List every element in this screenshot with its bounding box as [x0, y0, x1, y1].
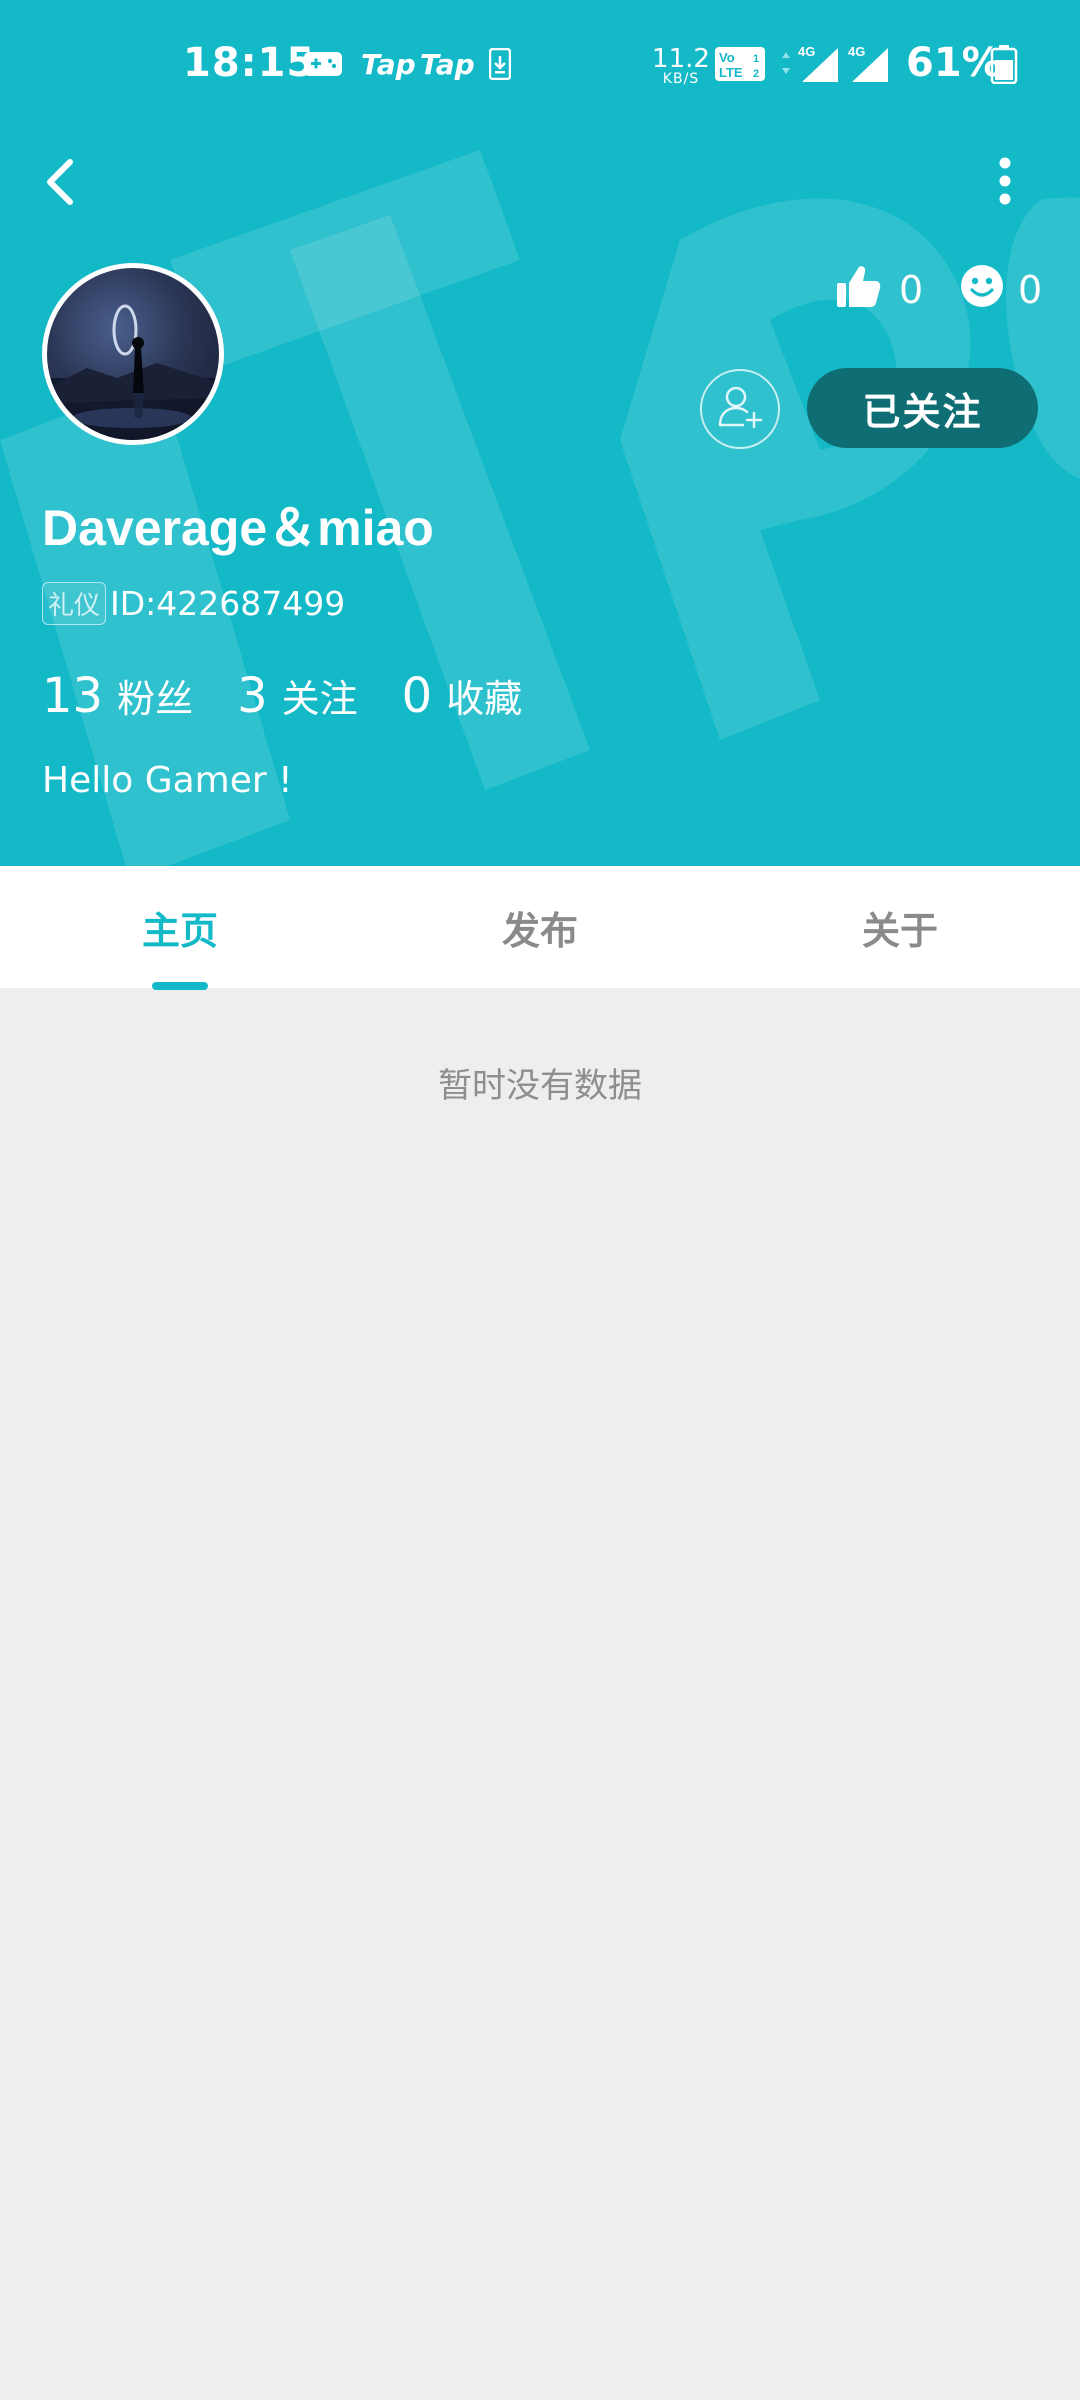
followers-count[interactable]: 13: [42, 668, 103, 724]
battery-percent: 61%: [906, 40, 1002, 86]
more-vertical-icon[interactable]: [985, 156, 1025, 206]
add-friend-button[interactable]: [700, 369, 780, 449]
user-id: ID:422687499: [110, 583, 346, 623]
signal-4g-icon: 4G: [780, 44, 842, 84]
following-count[interactable]: 3: [237, 668, 268, 724]
volte-icon: Vo LTE 1 2: [714, 44, 766, 84]
smiley-icon: [960, 264, 1004, 317]
username: Daverage＆miao: [42, 500, 434, 556]
download-icon: [489, 44, 511, 84]
gamepad-icon: [303, 44, 343, 84]
tab-home[interactable]: 主页: [0, 866, 360, 988]
followers-label[interactable]: 粉丝: [117, 668, 193, 723]
favorites-count[interactable]: 0: [402, 668, 433, 724]
svg-text:4G: 4G: [848, 44, 865, 59]
likes-count: 0: [899, 268, 924, 312]
etiquette-badge[interactable]: 礼仪: [42, 581, 107, 625]
signal-4g-icon: 4G: [846, 44, 892, 84]
avatar[interactable]: [42, 263, 224, 445]
svg-text:Vo: Vo: [719, 50, 735, 65]
favorites-label[interactable]: 收藏: [446, 668, 522, 723]
svg-text:4G: 4G: [798, 44, 815, 59]
taptap-icon: Tap: [361, 47, 416, 81]
tab-posts[interactable]: 发布: [360, 866, 720, 988]
tab-about[interactable]: 关于: [720, 866, 1080, 988]
user-id-row: 礼仪 ID:422687499: [42, 580, 345, 626]
smiles-count: 0: [1018, 268, 1043, 312]
profile-tabs: 主页 发布 关于: [0, 866, 1080, 988]
chevron-left-icon[interactable]: [40, 152, 84, 212]
status-time: 18:15: [183, 40, 316, 86]
active-tab-indicator: [152, 982, 208, 990]
following-label[interactable]: 关注: [282, 668, 358, 723]
thumbs-up-icon: [835, 263, 881, 318]
user-bio: Hello Gamer !: [42, 760, 293, 801]
add-user-icon: [714, 381, 766, 437]
following-button[interactable]: 已关注: [807, 368, 1038, 448]
net-speed: 11.2 KB/S: [652, 44, 710, 87]
taptap-icon: Tap: [420, 47, 475, 81]
taptap-watermark: [0, 150, 1080, 866]
likes-counter[interactable]: 0: [835, 262, 923, 318]
profile-stats: 13 粉丝 3 关注 0 收藏: [42, 668, 566, 728]
status-bar: 18:15 Tap Tap 11.2 KB/S Vo LTE 1 2 4G 4G…: [0, 0, 1080, 135]
empty-state-message: 暂时没有数据: [438, 1066, 642, 1106]
smiles-counter[interactable]: 0: [960, 262, 1042, 318]
svg-text:2: 2: [753, 68, 759, 80]
svg-text:1: 1: [753, 53, 759, 65]
profile-header: 18:15 Tap Tap 11.2 KB/S Vo LTE 1 2 4G 4G…: [0, 0, 1080, 866]
svg-text:LTE: LTE: [719, 65, 743, 80]
battery-icon: [990, 44, 1018, 84]
